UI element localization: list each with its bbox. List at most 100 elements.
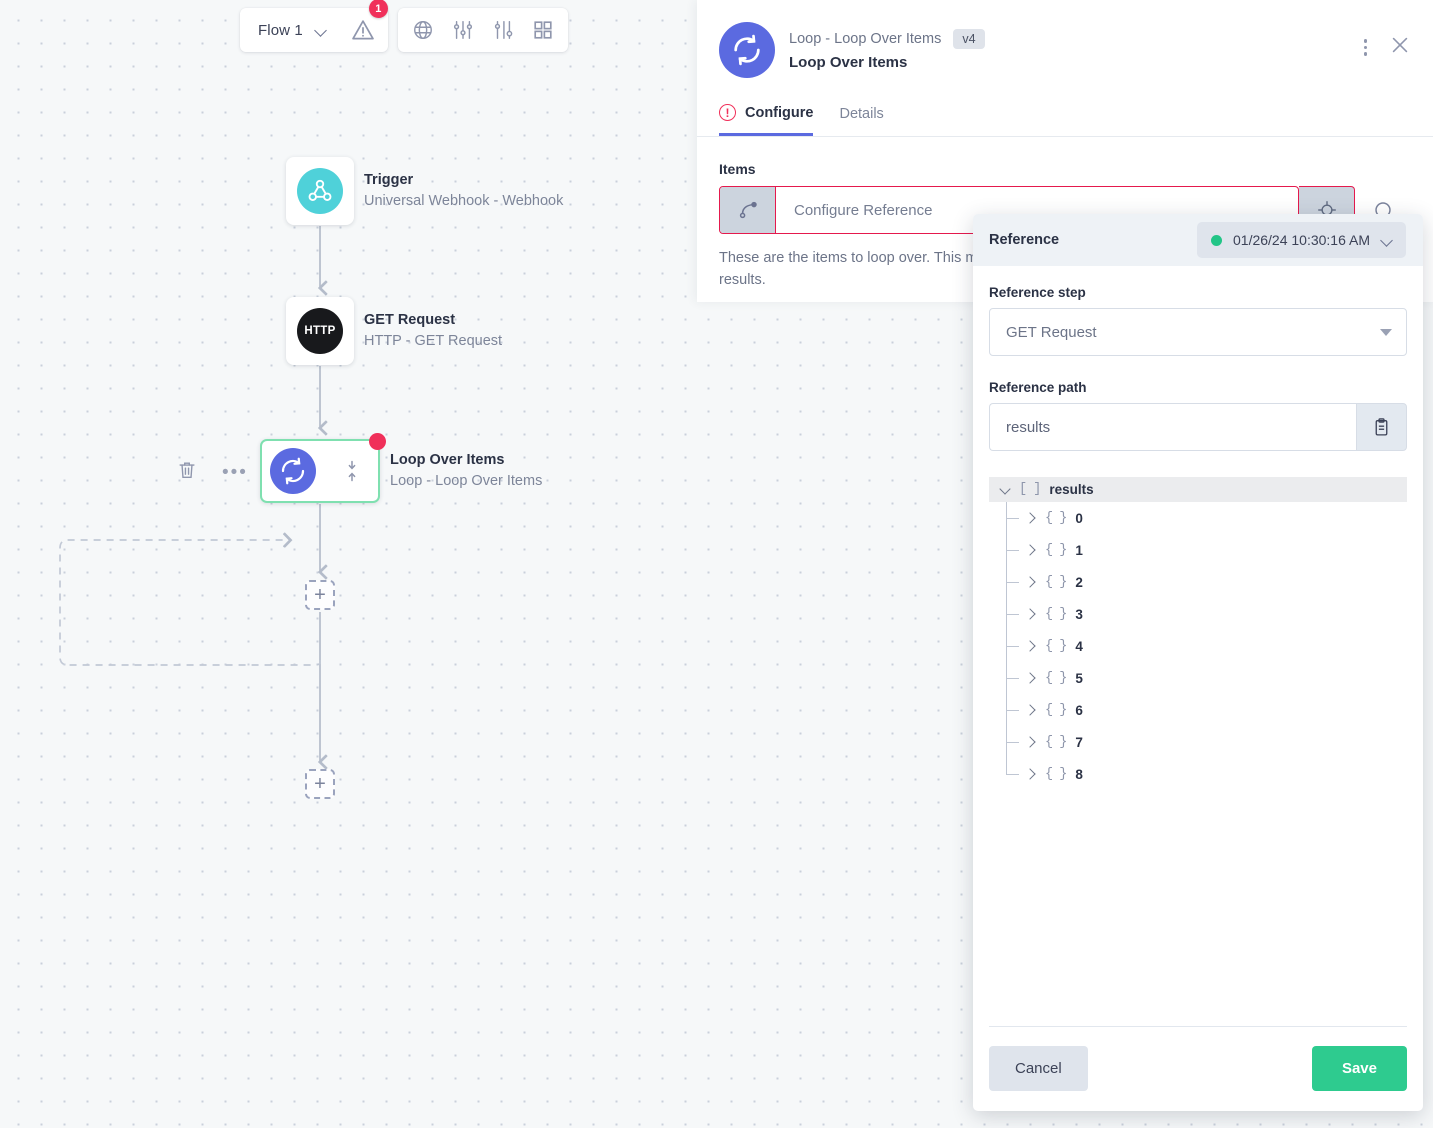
node-subtitle: HTTP - GET Request — [364, 333, 503, 349]
tree-children: { } 0 { } 1 { } 2 { } 3 { } 4 { } 5 { } 6 { } 7 { } 8 — [989, 502, 1407, 790]
node-subtitle: Loop - Loop Over Items — [390, 473, 543, 489]
chevron-down-icon[interactable] — [315, 24, 328, 37]
globe-icon[interactable] — [412, 19, 434, 41]
webhook-icon — [297, 168, 343, 214]
tree-type-array: [ ] — [1019, 482, 1041, 497]
reorder-handle-icon[interactable] — [344, 458, 360, 484]
tree-node[interactable]: { } 3 — [1006, 598, 1407, 630]
save-button[interactable]: Save — [1311, 1046, 1407, 1091]
node-error-dot — [369, 433, 386, 450]
tree-node-name: 3 — [1075, 606, 1083, 622]
chevron-right-icon[interactable] — [1025, 577, 1036, 588]
tree-type-object: { } — [1045, 606, 1067, 622]
grid-icon[interactable] — [532, 19, 554, 41]
chevron-right-icon[interactable] — [1025, 769, 1036, 780]
close-icon[interactable] — [1389, 34, 1411, 61]
plus-icon: + — [314, 773, 326, 795]
node-trigger[interactable] — [286, 157, 354, 225]
warning-indicator[interactable]: 1 — [344, 0, 388, 43]
filter-settings-icon[interactable] — [492, 19, 514, 41]
tree-node[interactable]: { } 8 — [1006, 758, 1407, 790]
http-icon: HTTP — [297, 308, 343, 354]
tab-label: Details — [839, 106, 884, 122]
canvas-tools-toolbar[interactable] — [398, 8, 568, 52]
loop-icon — [719, 22, 775, 78]
chevron-right-icon[interactable] — [1025, 705, 1036, 716]
chevron-right-icon[interactable] — [1025, 513, 1036, 524]
add-step-button[interactable]: + — [305, 769, 335, 799]
tree-type-object: { } — [1045, 766, 1067, 782]
node-loop-over-items[interactable] — [260, 433, 386, 503]
tab-details[interactable]: Details — [839, 104, 883, 136]
chevron-right-icon[interactable] — [1025, 545, 1036, 556]
more-options-icon[interactable]: ••• — [222, 463, 248, 482]
tree-node-name: results — [1049, 482, 1094, 497]
panel-header: Loop - Loop Over Items v4 Loop Over Item… — [697, 0, 1433, 78]
chevron-right-icon[interactable] — [1025, 673, 1036, 684]
chevron-right-icon[interactable] — [1025, 737, 1036, 748]
run-timestamp: 01/26/24 10:30:16 AM — [1233, 232, 1370, 248]
reference-tree[interactable]: [ ] results { } 0 { } 1 { } 2 { } 3 { } 4 { } 5 { } 6… — [989, 477, 1407, 790]
chevron-down-icon[interactable] — [999, 484, 1010, 495]
tree-node[interactable]: { } 0 — [1006, 502, 1407, 534]
node-title: Loop Over Items — [390, 452, 505, 468]
cancel-button[interactable]: Cancel — [989, 1046, 1088, 1091]
node-title: GET Request — [364, 312, 456, 328]
tree-node[interactable]: { } 6 — [1006, 694, 1407, 726]
panel-tabs[interactable]: ! Configure Details — [697, 104, 1433, 137]
page-title: Loop Over Items — [789, 54, 908, 71]
chevron-right-icon[interactable] — [1025, 609, 1036, 620]
sliders-icon[interactable] — [452, 19, 474, 41]
tree-node-name: 4 — [1075, 638, 1083, 654]
node-subtitle: Universal Webhook - Webhook — [364, 193, 564, 209]
run-selector[interactable]: 01/26/24 10:30:16 AM — [1197, 222, 1406, 258]
reference-path-input[interactable]: results — [989, 403, 1356, 451]
flow-selector-toolbar[interactable]: Flow 1 1 — [240, 0, 388, 52]
tree-type-object: { } — [1045, 702, 1067, 718]
reference-modal: Reference 01/26/24 10:30:16 AM Reference… — [973, 214, 1423, 1111]
node-title: Trigger — [364, 172, 414, 188]
reference-step-label: Reference step — [989, 285, 1086, 300]
chevron-down-icon[interactable] — [1381, 234, 1394, 247]
tree-node-name: 2 — [1075, 574, 1083, 590]
tree-node-name: 5 — [1075, 670, 1083, 686]
delete-icon[interactable] — [176, 459, 198, 486]
tree-type-object: { } — [1045, 510, 1067, 526]
reference-modal-footer: Cancel Save — [989, 1026, 1407, 1111]
tree-type-object: { } — [1045, 542, 1067, 558]
tree-node[interactable]: { } 2 — [1006, 566, 1407, 598]
node-get-request-labels: GET Request HTTP - GET Request — [364, 310, 502, 352]
tree-root-node[interactable]: [ ] results — [989, 477, 1407, 502]
tree-node[interactable]: { } 7 — [1006, 726, 1407, 758]
more-options-icon[interactable] — [1363, 39, 1367, 56]
tree-node[interactable]: { } 4 — [1006, 630, 1407, 662]
warning-triangle-icon[interactable] — [350, 17, 376, 43]
tree-node[interactable]: { } 5 — [1006, 662, 1407, 694]
reference-step-select[interactable]: GET Request — [989, 308, 1407, 356]
reference-path-label: Reference path — [989, 380, 1087, 395]
flow-name-label: Flow 1 — [258, 21, 303, 39]
reference-modal-title: Reference — [989, 232, 1060, 248]
error-circle-icon: ! — [719, 104, 736, 121]
tab-configure[interactable]: ! Configure — [719, 104, 814, 136]
add-step-button[interactable]: + — [305, 580, 335, 610]
tree-node-name: 7 — [1075, 734, 1083, 750]
reference-modal-header: Reference 01/26/24 10:30:16 AM — [973, 214, 1423, 266]
node-get-request[interactable]: HTTP — [286, 297, 354, 365]
reference-path-icon — [720, 187, 776, 233]
tree-type-object: { } — [1045, 574, 1067, 590]
tab-label: Configure — [745, 104, 814, 121]
clipboard-icon[interactable] — [1356, 403, 1407, 451]
reference-step-value: GET Request — [1006, 323, 1097, 341]
chevron-right-icon[interactable] — [1025, 641, 1036, 652]
loop-icon — [270, 448, 316, 494]
tree-node[interactable]: { } 1 — [1006, 534, 1407, 566]
tree-type-object: { } — [1045, 734, 1067, 750]
node-hover-tools[interactable]: ••• — [176, 459, 248, 486]
items-field-label: Items — [719, 161, 756, 177]
tree-type-object: { } — [1045, 670, 1067, 686]
tree-node-name: 8 — [1075, 766, 1083, 782]
node-loop-labels: Loop Over Items Loop - Loop Over Items — [390, 450, 542, 492]
chevron-down-icon — [1380, 328, 1392, 336]
tree-node-name: 6 — [1075, 702, 1083, 718]
